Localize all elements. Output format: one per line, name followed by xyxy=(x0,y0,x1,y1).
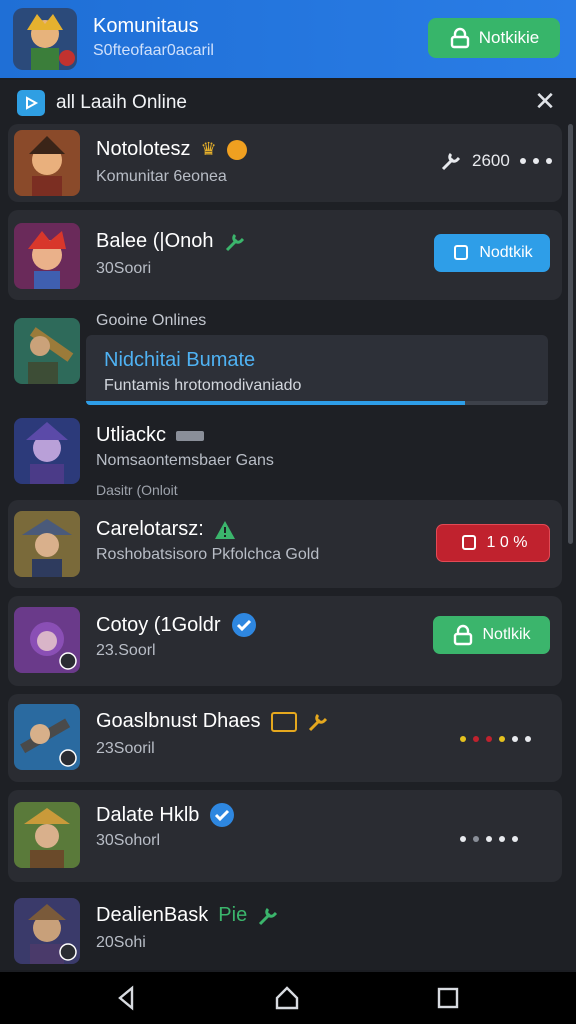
row-sub: 23Sooril xyxy=(96,740,155,757)
notify-button-label: Notlkik xyxy=(482,626,531,643)
avatar xyxy=(14,418,80,484)
wrench-icon xyxy=(259,907,278,925)
bookmark-icon xyxy=(461,535,476,550)
bookmark-icon xyxy=(454,245,469,260)
verified-icon xyxy=(231,613,256,637)
notify-button-label: Nodtkik xyxy=(479,244,533,261)
row-sub: 30Soori xyxy=(96,260,152,277)
row-name: DealienBask Pie xyxy=(96,904,279,927)
more-icon[interactable] xyxy=(519,158,552,164)
row-name: Goaslbnust Dhaes xyxy=(96,710,329,733)
lock-icon xyxy=(450,27,469,49)
discount-button-label: 1 0 % xyxy=(486,534,528,551)
app-avatar[interactable] xyxy=(13,8,77,70)
wrench-icon xyxy=(225,233,244,251)
home-icon[interactable] xyxy=(273,984,301,1012)
close-icon[interactable]: ✕ xyxy=(532,88,558,114)
row-sub: 30Sohorl xyxy=(96,832,161,849)
header-action-label: Notkikie xyxy=(478,28,540,47)
row-sub: 20Sohi xyxy=(96,934,146,951)
row-note: Dasitr (Onloit xyxy=(96,482,178,498)
list-item[interactable]: Notolotesz ♛ Komunitar 6eonea 2600 xyxy=(8,124,562,202)
recents-icon[interactable] xyxy=(434,984,462,1012)
gold-badge-icon xyxy=(270,711,297,732)
system-navbar xyxy=(0,972,576,1024)
row-sub: 23.Soorl xyxy=(96,642,156,659)
row-sub: Nomsaontemsbaer Gans xyxy=(96,452,274,469)
list-item[interactable]: Cotoy (1Goldr 23.Soorl Notlkik xyxy=(8,596,562,686)
list-item[interactable]: DealienBask Pie 20Sohi xyxy=(8,886,562,970)
row-name: Balee (|Onoh xyxy=(96,230,246,253)
row-name: Carelotarsz: xyxy=(96,518,236,541)
avatar xyxy=(14,898,80,964)
progress-fill xyxy=(86,401,465,405)
row-sub: Roshobatsisoro Pkfolchca Gold xyxy=(96,546,320,563)
status-title: Nidchitai Bumate xyxy=(104,349,256,371)
status-dot-icon xyxy=(226,139,247,160)
more-icon[interactable] xyxy=(460,836,518,842)
section-label: Gooine Onlines xyxy=(96,312,207,329)
verified-icon xyxy=(210,803,235,827)
panel-header: all Laaih Online ✕ xyxy=(0,80,576,124)
avatar xyxy=(14,318,80,384)
avatar xyxy=(14,802,80,868)
lock-icon xyxy=(454,624,473,646)
warning-icon xyxy=(214,520,235,539)
notify-button[interactable]: Notlkik xyxy=(433,616,550,654)
row-sub: Komunitar 6eonea xyxy=(96,168,227,185)
avatar xyxy=(14,130,80,196)
tag-icon xyxy=(176,430,205,441)
more-icon[interactable] xyxy=(460,736,531,742)
row-action[interactable]: 2600 xyxy=(440,150,552,172)
wrench-icon xyxy=(441,152,461,171)
header-subtitle: S0fteofaar0acaril xyxy=(93,42,214,59)
app-header: Komunitaus S0fteofaar0acaril Notkikie xyxy=(0,0,576,78)
list-item[interactable]: Carelotarsz: Roshobatsisoro Pkfolchca Go… xyxy=(8,500,562,588)
row-name: Dalate Hklb xyxy=(96,802,235,828)
list-item[interactable]: Utliackc Nomsaontemsbaer Gans Dasitr (On… xyxy=(8,414,562,504)
row-name: Notolotesz ♛ xyxy=(96,138,247,161)
list-item[interactable]: Dalate Hklb 30Sohorl xyxy=(8,790,562,882)
status-text: Funtamis hrotomodivaniado xyxy=(104,377,302,394)
list-item[interactable]: Balee (|Onoh 30Soori Nodtkik xyxy=(8,210,562,300)
scrollbar[interactable] xyxy=(568,124,573,544)
avatar xyxy=(14,704,80,770)
row-name: Cotoy (1Goldr xyxy=(96,612,257,638)
hero-portrait-icon xyxy=(13,8,77,70)
crown-icon: ♛ xyxy=(200,139,217,159)
list-item[interactable]: Goaslbnust Dhaes 23Sooril xyxy=(8,694,562,782)
wrench-icon xyxy=(308,713,327,731)
avatar xyxy=(14,223,80,289)
play-icon xyxy=(17,90,45,116)
notify-button[interactable]: Nodtkik xyxy=(434,234,550,272)
online-panel: all Laaih Online ✕ Notolotesz ♛ Komunita… xyxy=(0,80,576,970)
row-name: Utliackc xyxy=(96,424,205,447)
back-icon[interactable] xyxy=(112,984,140,1012)
header-action-button[interactable]: Notkikie xyxy=(428,18,560,58)
avatar xyxy=(14,607,80,673)
row-value: 2600 xyxy=(472,151,510,170)
discount-button[interactable]: 1 0 % xyxy=(436,524,550,562)
header-title: Komunitaus xyxy=(93,15,199,37)
avatar xyxy=(14,511,80,577)
progress-bar xyxy=(86,401,548,405)
row-name-suffix: Pie xyxy=(218,904,248,926)
status-box: Nidchitai Bumate Funtamis hrotomodivania… xyxy=(86,335,548,405)
panel-title: all Laaih Online xyxy=(56,92,187,113)
